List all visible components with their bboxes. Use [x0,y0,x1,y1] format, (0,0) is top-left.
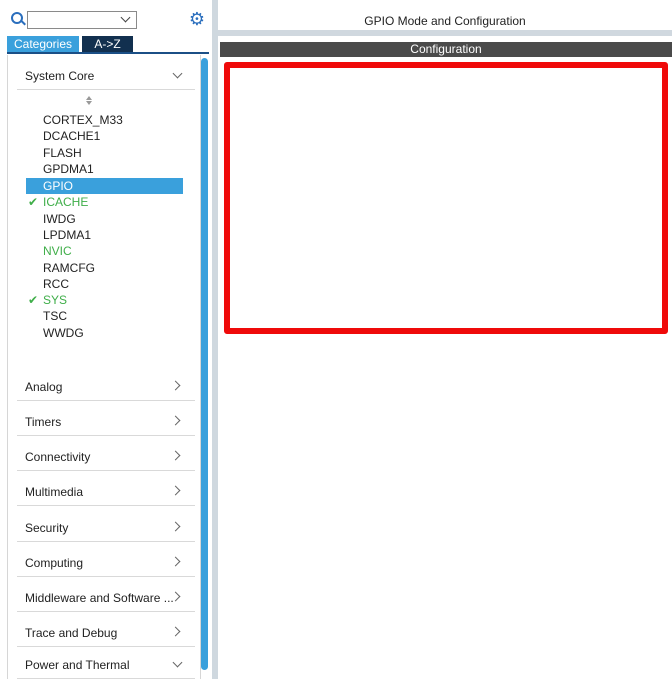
category-power-and-thermal[interactable]: Power and Thermal [17,644,195,679]
categories-panel: ⚙ Categories A->Z System Core CORTEX_M33… [0,0,212,679]
ip-item-tsc[interactable]: TSC [26,308,183,324]
check-icon: ✔ [28,293,39,307]
ip-item-gpdma1[interactable]: GPDMA1 [26,161,183,177]
ip-label: FLASH [43,146,82,160]
chevron-right-icon [170,415,181,426]
ip-item-icache[interactable]: ✔ ICACHE [26,194,183,210]
tab-categories[interactable]: Categories [7,36,79,52]
ip-label: IWDG [43,212,76,226]
tab-a-to-z[interactable]: A->Z [82,36,133,52]
chevron-down-icon[interactable] [120,12,131,23]
chevron-right-icon [170,450,181,461]
configuration-header[interactable]: Configuration [220,42,672,57]
ip-item-iwdg[interactable]: IWDG [26,211,183,227]
category-computing[interactable]: Computing [17,542,195,577]
gear-icon[interactable]: ⚙ [188,10,206,28]
ip-item-ramcfg[interactable]: RAMCFG [26,260,183,276]
ip-item-flash[interactable]: FLASH [26,145,183,161]
ip-label: GPDMA1 [43,162,94,176]
category-connectivity[interactable]: Connectivity [17,436,195,471]
mode-configuration-panel: GPIO Mode and Configuration Configuratio… [218,0,672,679]
category-label: Middleware and Software ... [25,591,174,605]
ip-item-cortex-m33[interactable]: CORTEX_M33 [26,112,183,128]
chevron-down-icon [172,68,183,79]
category-label: Timers [25,415,62,429]
category-label: Analog [25,380,63,394]
ip-item-wwdg[interactable]: WWDG [26,325,183,341]
category-label: Power and Thermal [25,658,130,672]
chevron-right-icon [170,626,181,637]
ip-label: ICACHE [43,195,89,209]
sort-icon[interactable] [85,96,93,108]
view-tabs: Categories A->Z [7,36,209,54]
configuration-area-highlight [224,62,668,334]
ip-label: GPIO [43,179,74,193]
chevron-right-icon [170,380,181,391]
ip-label: DCACHE1 [43,129,101,143]
chevron-right-icon [170,556,181,567]
chevron-right-icon [170,485,181,496]
category-multimedia[interactable]: Multimedia [17,471,195,506]
ip-item-dcache1[interactable]: DCACHE1 [26,128,183,144]
ip-item-rcc[interactable]: RCC [26,276,183,292]
ip-label: SYS [43,293,68,307]
ip-label: NVIC [43,244,72,258]
ip-item-lpdma1[interactable]: LPDMA1 [26,227,183,243]
scrollbar[interactable] [201,58,208,670]
ip-label: CORTEX_M33 [43,113,123,127]
category-label: System Core [25,69,95,83]
chevron-down-icon [172,657,183,668]
category-label: Connectivity [25,450,91,464]
ip-label: WWDG [43,326,84,340]
panel-title: GPIO Mode and Configuration [218,0,672,36]
category-label: Multimedia [25,485,84,499]
ip-item-nvic[interactable]: NVIC [26,243,183,259]
category-system-core[interactable]: System Core [17,55,195,90]
ip-label: RCC [43,277,69,291]
category-trace-and-debug[interactable]: Trace and Debug [17,612,195,647]
ip-item-gpio[interactable]: GPIO [26,178,183,194]
ip-label: TSC [43,309,67,323]
ip-item-sys[interactable]: ✔ SYS [26,292,183,308]
search-combo-box[interactable] [27,11,137,29]
category-analog[interactable]: Analog [17,366,195,401]
ip-label: LPDMA1 [43,228,92,242]
chevron-right-icon [170,521,181,532]
category-label: Trace and Debug [25,626,118,640]
category-security[interactable]: Security [17,507,195,542]
category-timers[interactable]: Timers [17,401,195,436]
category-label: Computing [25,556,84,570]
search-icon[interactable] [11,12,23,24]
category-middleware-and-software[interactable]: Middleware and Software ... [17,577,195,612]
search-row: ⚙ [0,0,212,34]
ip-label: RAMCFG [43,261,95,275]
check-icon: ✔ [28,195,39,209]
category-label: Security [25,521,69,535]
